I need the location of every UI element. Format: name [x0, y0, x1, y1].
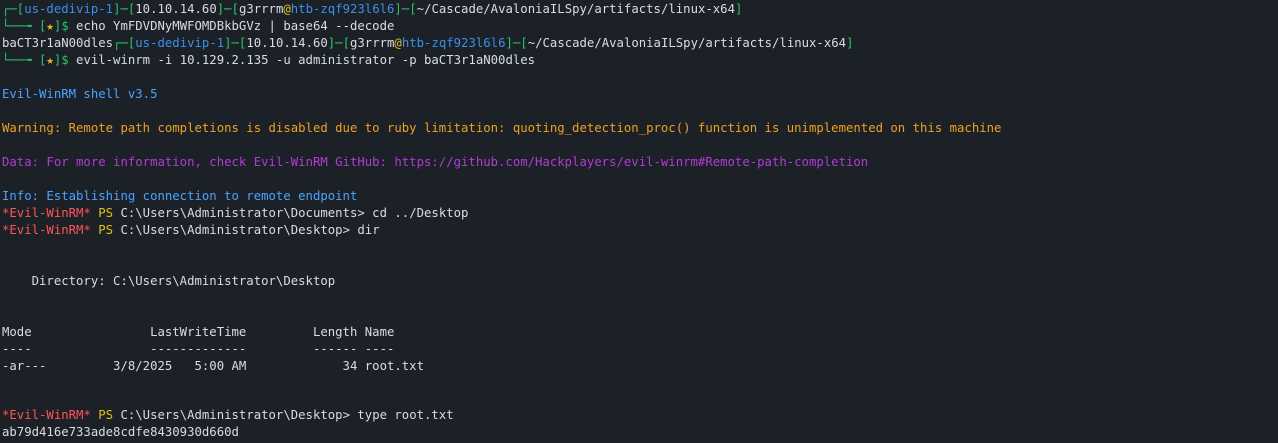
prompt-sep: ]─[	[505, 36, 528, 50]
prompt-path: ~/Cascade/AvaloniaILSpy/artifacts/linux-…	[527, 36, 847, 50]
winrm-prefix: *Evil-WinRM*	[2, 223, 91, 237]
prompt-host: us-dedivip-1	[135, 36, 225, 50]
prompt-sep: ]─[	[113, 2, 136, 16]
table-rule: ---- ------------- ------ ----	[2, 342, 395, 356]
winrm-banner: Evil-WinRM shell v3.5	[2, 87, 158, 101]
prompt-star-icon: ★	[46, 53, 54, 67]
prompt-dollar: ]$	[53, 53, 69, 67]
prompt-at: @	[283, 2, 291, 16]
ps-command: dir	[349, 223, 380, 237]
prompt-line-2: baCT3r1aN00dles┌─[us-dedivip-1]─[10.10.1…	[2, 35, 853, 52]
directory-heading: Directory: C:\Users\Administrator\Deskto…	[2, 274, 336, 288]
prompt-arrow: └──╼ [	[2, 53, 47, 67]
command-text: echo YmFDVDNyMWFOMDBkbGVz | base64 --dec…	[68, 19, 395, 33]
winrm-prefix: *Evil-WinRM*	[2, 408, 91, 422]
prompt-star-icon: ★	[46, 19, 54, 33]
ps-path: C:\Users\Administrator\Documents>	[113, 206, 365, 220]
warning-line: Warning: Remote path completions is disa…	[2, 121, 1002, 135]
terminal-window[interactable]: ┌─[us-dedivip-1]─[10.10.14.60]─[g3rrrm@h…	[0, 0, 1278, 443]
prompt-user: g3rrrm	[350, 36, 395, 50]
ps-prompt-2: *Evil-WinRM* PS C:\Users\Administrator\D…	[2, 222, 380, 239]
prompt-sep: ]─[	[224, 36, 247, 50]
ps-command: cd ../Desktop	[364, 206, 469, 220]
prompt-ip: 10.10.14.60	[246, 36, 328, 50]
winrm-prefix: *Evil-WinRM*	[2, 206, 91, 220]
data-line: Data: For more information, check Evil-W…	[2, 155, 869, 169]
prompt-machine: htb-zqf923l6l6	[290, 2, 395, 16]
ps-label: PS	[90, 206, 114, 220]
command-line-2: └──╼ [★]$ evil-winrm -i 10.129.2.135 -u …	[2, 52, 535, 69]
prompt-arrow: └──╼ [	[2, 19, 47, 33]
scrollbar[interactable]	[1274, 0, 1278, 443]
prompt-sep: ]─[	[394, 2, 417, 16]
info-line: Info: Establishing connection to remote …	[2, 189, 358, 203]
flag-output: ab79d416e733ade8cdfe8430930d660d	[2, 425, 239, 439]
prompt-path: ~/Cascade/AvaloniaILSpy/artifacts/linux-…	[416, 2, 735, 16]
ps-label: PS	[90, 408, 114, 422]
ps-command: type root.txt	[349, 408, 454, 422]
prompt-close: ]	[846, 36, 854, 50]
ps-prompt-3: *Evil-WinRM* PS C:\Users\Administrator\D…	[2, 407, 454, 424]
prompt-host: us-dedivip-1	[24, 2, 114, 16]
table-row: -ar--- 3/8/2025 5:00 AM 34 root.txt	[2, 359, 424, 373]
command-text: evil-winrm -i 10.129.2.135 -u administra…	[68, 53, 536, 67]
prompt-box-open: ┌─[	[2, 2, 25, 16]
prompt-sep: ]─[	[216, 2, 239, 16]
prompt-user: g3rrrm	[238, 2, 284, 16]
ps-label: PS	[90, 223, 114, 237]
prompt-machine: htb-zqf923l6l6	[401, 36, 506, 50]
ps-prompt-1: *Evil-WinRM* PS C:\Users\Administrator\D…	[2, 205, 468, 222]
prompt-dollar: ]$	[53, 19, 69, 33]
prompt-line-1: ┌─[us-dedivip-1]─[10.10.14.60]─[g3rrrm@h…	[2, 1, 742, 18]
prompt-sep: ]─[	[327, 36, 350, 50]
prompt-at: @	[394, 36, 402, 50]
ps-path: C:\Users\Administrator\Desktop>	[113, 223, 350, 237]
command-line-1: └──╼ [★]$ echo YmFDVDNyMWFOMDBkbGVz | ba…	[2, 18, 394, 35]
decode-output: baCT3r1aN00dles	[2, 36, 114, 50]
prompt-close: ]	[735, 2, 743, 16]
ps-path: C:\Users\Administrator\Desktop>	[113, 408, 350, 422]
prompt-ip: 10.10.14.60	[135, 2, 217, 16]
prompt-box-open: ┌─[	[113, 36, 136, 50]
table-header: Mode LastWriteTime Length Name	[2, 325, 395, 339]
